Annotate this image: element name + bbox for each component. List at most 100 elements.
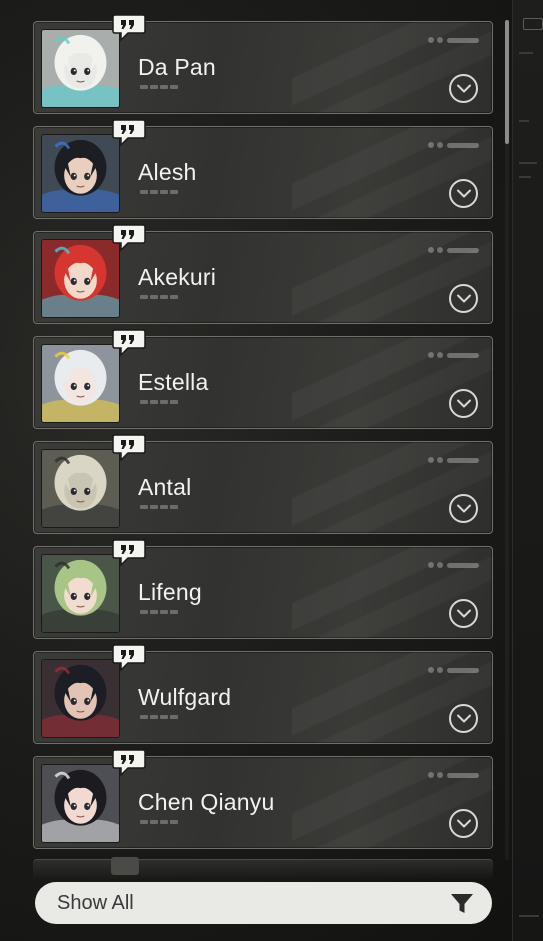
status-dot [428, 247, 434, 253]
filter-bar[interactable]: Show All [35, 882, 492, 924]
character-card[interactable]: Wulfgard [33, 644, 493, 744]
status-indicator [428, 772, 479, 778]
expand-chevron-icon[interactable] [449, 494, 478, 523]
placeholder-dash [170, 715, 178, 719]
expand-chevron-icon[interactable] [449, 599, 478, 628]
status-dot [437, 667, 443, 673]
placeholder-dash [150, 820, 158, 824]
status-dot [437, 457, 443, 463]
panel-tick [519, 162, 537, 164]
subtitle-placeholder [140, 295, 186, 299]
status-dot [437, 247, 443, 253]
wulfgard-portrait [41, 659, 120, 738]
character-name: Da Pan [138, 54, 216, 80]
quote-bubble-icon [112, 749, 146, 777]
character-card[interactable]: Akekuri [33, 224, 493, 324]
status-dot [437, 142, 443, 148]
subtitle-placeholder [140, 715, 186, 719]
placeholder-dash [160, 190, 168, 194]
expand-chevron-icon[interactable] [449, 704, 478, 733]
character-name: Wulfgard [138, 684, 232, 710]
status-dot [437, 352, 443, 358]
character-name: Alesh [138, 159, 197, 185]
status-indicator [428, 562, 479, 568]
status-dot [428, 457, 434, 463]
side-panel [512, 0, 543, 941]
status-indicator [428, 457, 479, 463]
antal-portrait [41, 449, 120, 528]
quote-bubble-icon [112, 329, 146, 357]
placeholder-dash [160, 610, 168, 614]
placeholder-dash [140, 505, 148, 509]
status-dot [428, 772, 434, 778]
status-dot [437, 772, 443, 778]
placeholder-dash [140, 190, 148, 194]
character-name: Lifeng [138, 579, 202, 605]
placeholder-dash [150, 610, 158, 614]
placeholder-dash [150, 295, 158, 299]
status-bar [447, 667, 479, 673]
placeholder-dash [150, 190, 158, 194]
character-card[interactable]: Chen Qianyu [33, 749, 493, 849]
status-bar [447, 247, 479, 253]
character-card[interactable]: Estella [33, 329, 493, 429]
placeholder-dash [170, 190, 178, 194]
panel-tick [519, 120, 529, 122]
quote-badge-partial [111, 857, 139, 875]
status-bar [447, 142, 479, 148]
panda-portrait [41, 29, 120, 108]
placeholder-dash [170, 85, 178, 89]
partial-character-card[interactable] [33, 857, 493, 880]
character-name: Chen Qianyu [138, 789, 275, 815]
scrollbar-thumb[interactable] [505, 20, 509, 144]
character-card[interactable]: Da Pan [33, 14, 493, 114]
expand-chevron-icon[interactable] [449, 179, 478, 208]
panel-tick [519, 915, 539, 917]
placeholder-dash [150, 85, 158, 89]
subtitle-placeholder [140, 505, 186, 509]
alesh-portrait [41, 134, 120, 213]
placeholder-dash [140, 610, 148, 614]
subtitle-placeholder [140, 85, 186, 89]
expand-chevron-icon[interactable] [449, 809, 478, 838]
status-dot [428, 562, 434, 568]
quote-bubble-icon [112, 539, 146, 567]
status-dot [428, 667, 434, 673]
character-card[interactable]: Lifeng [33, 539, 493, 639]
funnel-icon[interactable] [450, 893, 474, 915]
panel-tick [519, 176, 531, 178]
placeholder-dash [170, 820, 178, 824]
status-dot [437, 562, 443, 568]
quote-bubble-icon [112, 434, 146, 462]
character-card[interactable]: Antal [33, 434, 493, 534]
placeholder-dash [150, 400, 158, 404]
subtitle-placeholder [140, 820, 186, 824]
panel-tick [519, 52, 533, 54]
estella-portrait [41, 344, 120, 423]
placeholder-dash [160, 505, 168, 509]
quote-bubble-icon [112, 14, 146, 42]
character-name: Antal [138, 474, 192, 500]
placeholder-dash [160, 295, 168, 299]
placeholder-dash [160, 400, 168, 404]
placeholder-dash [140, 85, 148, 89]
character-card[interactable]: Alesh [33, 119, 493, 219]
placeholder-dash [140, 295, 148, 299]
placeholder-dash [160, 820, 168, 824]
status-dot [428, 352, 434, 358]
status-bar [447, 772, 479, 778]
placeholder-dash [140, 820, 148, 824]
expand-chevron-icon[interactable] [449, 389, 478, 418]
quote-bubble-icon [112, 644, 146, 672]
status-dot [428, 37, 434, 43]
scrollbar-track[interactable] [505, 20, 509, 860]
status-bar [447, 352, 479, 358]
placeholder-dash [140, 400, 148, 404]
expand-chevron-icon[interactable] [449, 284, 478, 313]
quote-bubble-icon [112, 224, 146, 252]
placeholder-dash [160, 85, 168, 89]
quote-bubble-icon [112, 119, 146, 147]
status-indicator [428, 37, 479, 43]
expand-chevron-icon[interactable] [449, 74, 478, 103]
status-indicator [428, 352, 479, 358]
